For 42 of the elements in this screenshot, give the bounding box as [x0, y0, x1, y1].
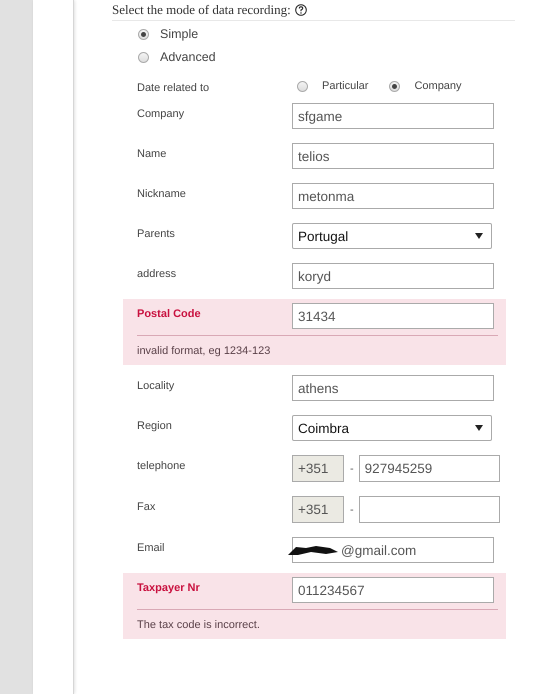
input-field[interactable]: 927945259 [358, 455, 500, 482]
prefix-field: +351 [292, 455, 344, 482]
caret-icon [475, 425, 483, 431]
field-label: Nickname [137, 187, 187, 200]
input-field[interactable]: metonma [292, 183, 494, 209]
field-label: address [137, 267, 178, 280]
input-field[interactable]: koryd [292, 263, 494, 289]
radio-label: Advanced [160, 50, 216, 64]
input-field[interactable]: sfgame [292, 103, 494, 129]
field-label: telephone [137, 459, 186, 472]
field-label: Postal Code [137, 307, 202, 320]
input-field[interactable] [358, 496, 500, 523]
help-icon[interactable] [294, 4, 307, 16]
field-label: Date related to [137, 82, 210, 94]
radio-label: Company [414, 80, 462, 92]
field-label: Email [137, 541, 166, 554]
separator: - [350, 504, 354, 516]
field-label: Taxpayer Nr [137, 581, 201, 594]
field-label: Name [137, 147, 168, 160]
input-field[interactable]: telios [292, 143, 494, 169]
field-label: Company [137, 107, 186, 120]
input-field[interactable]: 31434 [292, 303, 494, 329]
radio-button[interactable] [389, 80, 400, 92]
field-label: Fax [137, 500, 156, 513]
field-label: Locality [137, 379, 176, 392]
field-label: Parents [137, 227, 176, 240]
section-heading: Select the mode of data recording: [112, 2, 291, 18]
caret-icon [475, 233, 483, 239]
field-label: Region [137, 419, 173, 432]
separator: - [350, 462, 354, 474]
radio-button[interactable] [138, 52, 149, 62]
prefix-field: +351 [292, 496, 344, 523]
input-field[interactable]: athens [292, 375, 494, 401]
radio-button[interactable] [138, 28, 149, 40]
radio-label: Simple [160, 27, 198, 41]
radio-label: Particular [322, 80, 368, 92]
error-message: The tax code is incorrect. [137, 618, 261, 631]
dropdown[interactable]: Coimbra [292, 415, 492, 441]
radio-button[interactable] [297, 80, 308, 92]
input-field[interactable]: 011234567 [292, 577, 494, 603]
error-message: invalid format, eg 1234-123 [137, 344, 272, 357]
dropdown[interactable]: Portugal [292, 223, 492, 249]
